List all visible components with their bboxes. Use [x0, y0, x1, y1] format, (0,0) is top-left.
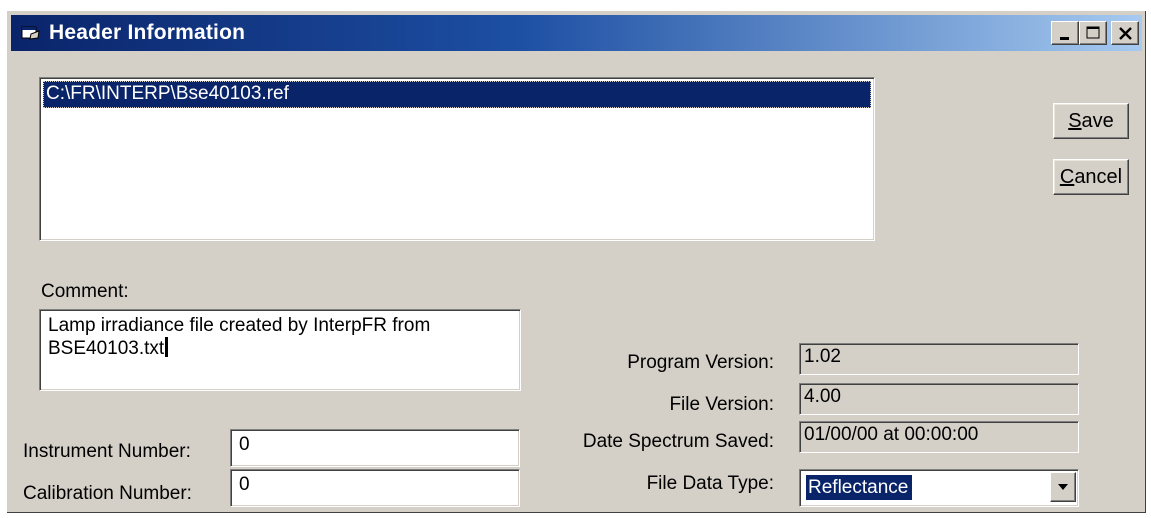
program-version-label: Program Version:	[627, 352, 774, 373]
comment-label: Comment:	[41, 281, 129, 302]
calibration-number-label: Calibration Number:	[23, 483, 192, 504]
calibration-number-input[interactable]: 0	[230, 469, 520, 507]
list-item[interactable]: C:\FR\INTERP\Bse40103.ref	[43, 81, 871, 108]
dropdown-button[interactable]	[1050, 472, 1076, 502]
header-information-dialog: Header Information C:\FR\INTERP\Bse40103…	[6, 10, 1147, 514]
maximize-button[interactable]	[1079, 21, 1107, 45]
program-version-value: 1.02	[799, 343, 1079, 375]
minimize-icon	[1060, 37, 1069, 40]
text-caret	[165, 337, 169, 357]
file-data-type-label: File Data Type:	[646, 473, 774, 494]
title-bar[interactable]: Header Information	[11, 15, 1142, 51]
app-window-icon	[21, 25, 41, 41]
comment-line-1: Lamp irradiance file created by InterpFR…	[48, 315, 431, 336]
file-version-value: 4.00	[799, 383, 1079, 415]
instrument-number-input[interactable]: 0	[230, 429, 520, 467]
file-data-type-select[interactable]: Reflectance	[799, 469, 1079, 507]
comment-textarea[interactable]: Lamp irradiance file created by InterpFR…	[39, 309, 521, 391]
file-version-label: File Version:	[669, 394, 774, 415]
window-title: Header Information	[49, 21, 246, 44]
save-button[interactable]: Save	[1053, 103, 1129, 139]
date-spectrum-saved-value: 01/00/00 at 00:00:00	[799, 421, 1079, 453]
cancel-button[interactable]: Cancel	[1053, 159, 1129, 195]
maximize-icon	[1086, 26, 1100, 39]
comment-line-2: BSE40103.txt	[48, 337, 520, 360]
file-data-type-value: Reflectance	[806, 475, 913, 500]
dropdown-arrow-icon	[1058, 484, 1068, 490]
instrument-number-label: Instrument Number:	[23, 441, 191, 462]
minimize-button[interactable]	[1051, 21, 1079, 45]
close-icon	[1119, 27, 1132, 40]
date-spectrum-saved-label: Date Spectrum Saved:	[582, 431, 774, 452]
file-list[interactable]: C:\FR\INTERP\Bse40103.ref	[39, 77, 875, 241]
close-button[interactable]	[1111, 21, 1139, 45]
